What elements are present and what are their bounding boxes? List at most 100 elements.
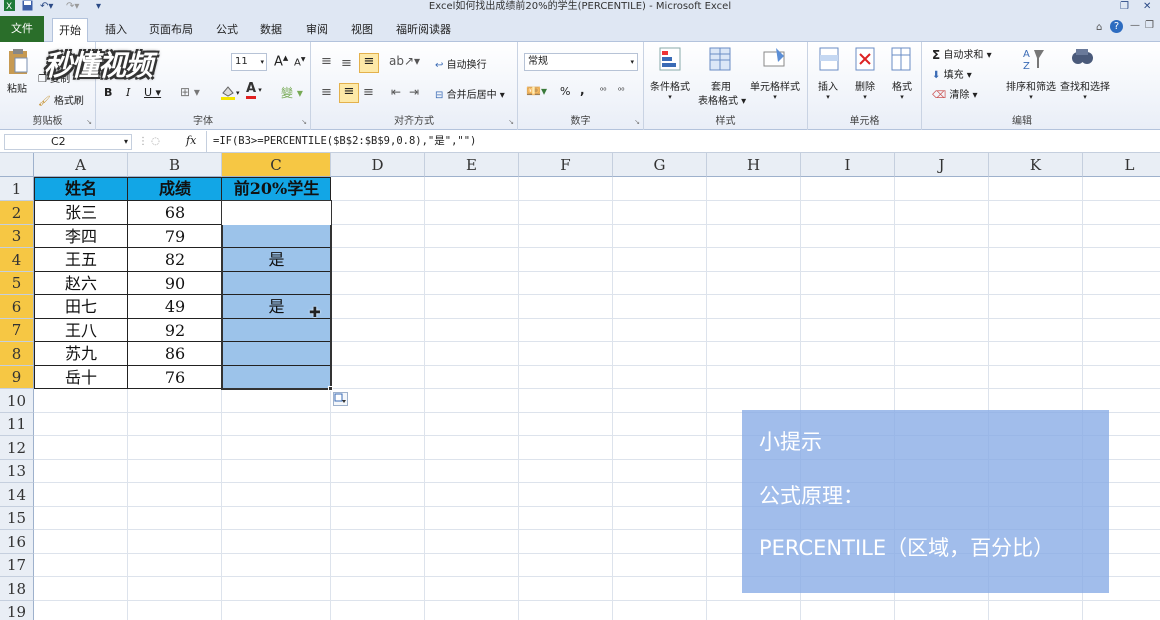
- collapse-ribbon-icon[interactable]: ⌂: [1096, 22, 1102, 33]
- col-header-c[interactable]: C: [222, 153, 331, 177]
- phonetic-icon[interactable]: 變 ▾: [281, 84, 303, 101]
- merge-center-button[interactable]: ⊟ 合并后居中 ▾: [435, 86, 505, 102]
- grow-font-icon[interactable]: A▲: [274, 54, 288, 69]
- formula-bar-handle[interactable]: ⋮ ◌: [138, 134, 188, 150]
- sort-filter-button[interactable]: 排序和筛选 ▾: [1006, 78, 1056, 101]
- cell-a2[interactable]: 张三: [34, 201, 128, 225]
- align-middle-icon[interactable]: ≡: [341, 56, 352, 71]
- tab-foxit-reader[interactable]: 福昕阅读器: [390, 18, 457, 42]
- align-top-icon[interactable]: ≡: [321, 54, 332, 69]
- shrink-font-icon[interactable]: A▼: [294, 56, 305, 68]
- header-cell-top20[interactable]: 前20%学生: [222, 177, 331, 201]
- row-header-8[interactable]: 8: [0, 342, 34, 366]
- bold-button[interactable]: B: [104, 86, 112, 99]
- cell-c7[interactable]: [222, 319, 331, 342]
- col-header-l[interactable]: L: [1083, 153, 1160, 177]
- cell-b4[interactable]: 82: [128, 248, 222, 272]
- align-left-icon[interactable]: ≡: [321, 85, 332, 100]
- restore-workbook-icon[interactable]: ❐: [1145, 20, 1154, 31]
- tab-data[interactable]: 数据: [254, 18, 288, 42]
- clipboard-launcher-icon[interactable]: ↘: [86, 118, 92, 126]
- row-header-6[interactable]: 6: [0, 295, 34, 319]
- format-as-table-button[interactable]: 表格格式 ▾: [698, 92, 746, 107]
- col-header-b[interactable]: B: [128, 153, 222, 177]
- cell-a3[interactable]: 李四: [34, 225, 128, 248]
- cell-b8[interactable]: 86: [128, 342, 222, 366]
- row-header-10[interactable]: 10: [0, 389, 34, 413]
- col-header-g[interactable]: G: [613, 153, 707, 177]
- cell-c2[interactable]: [222, 201, 331, 225]
- decrease-decimal-icon[interactable]: ⁰⁰: [618, 86, 624, 95]
- cell-c5[interactable]: [222, 272, 331, 295]
- percent-style-button[interactable]: %: [560, 85, 570, 98]
- fill-button[interactable]: ⬇ 填充 ▾: [932, 66, 972, 82]
- align-bottom-icon[interactable]: ≡: [359, 53, 379, 73]
- cell-styles-button[interactable]: 单元格样式 ▾: [750, 78, 800, 101]
- cell-a8[interactable]: 苏九: [34, 342, 128, 366]
- tab-file[interactable]: 文件: [0, 16, 44, 42]
- col-header-j[interactable]: J: [895, 153, 989, 177]
- cell-b3[interactable]: 79: [128, 225, 222, 248]
- row-header-14[interactable]: 14: [0, 483, 34, 507]
- row-header-11[interactable]: 11: [0, 413, 34, 436]
- comma-style-button[interactable]: ,: [580, 83, 585, 97]
- font-size-select[interactable]: 11 ▾: [231, 53, 267, 71]
- align-center-icon[interactable]: ≡: [339, 83, 359, 103]
- auto-fill-options-icon[interactable]: [333, 392, 348, 406]
- autosum-button[interactable]: Σ 自动求和 ▾: [932, 46, 992, 62]
- cell-a4[interactable]: 王五: [34, 248, 128, 272]
- sort-filter-icon[interactable]: AZ: [1022, 46, 1046, 75]
- tab-view[interactable]: 视图: [345, 18, 379, 42]
- row-header-12[interactable]: 12: [0, 436, 34, 460]
- find-select-button[interactable]: 查找和选择 ▾: [1060, 78, 1110, 101]
- paste-button[interactable]: [6, 48, 30, 76]
- row-header-13[interactable]: 13: [0, 460, 34, 483]
- col-header-e[interactable]: E: [425, 153, 519, 177]
- wrap-text-button[interactable]: ↩ 自动换行: [435, 56, 487, 72]
- conditional-formatting-button[interactable]: 条件格式 ▾: [650, 78, 690, 101]
- row-header-7[interactable]: 7: [0, 319, 34, 342]
- tab-review[interactable]: 审阅: [300, 18, 334, 42]
- format-as-table-icon[interactable]: [708, 46, 732, 75]
- decrease-indent-icon[interactable]: ⇤: [391, 85, 401, 99]
- row-header-16[interactable]: 16: [0, 530, 34, 554]
- col-header-k[interactable]: K: [989, 153, 1083, 177]
- format-cells-icon[interactable]: [890, 46, 912, 75]
- cell-a6[interactable]: 田七: [34, 295, 128, 319]
- accounting-format-icon[interactable]: 💴▾: [526, 84, 547, 98]
- insert-cells-icon[interactable]: [818, 46, 840, 75]
- cell-a5[interactable]: 赵六: [34, 272, 128, 295]
- col-header-d[interactable]: D: [331, 153, 425, 177]
- row-header-18[interactable]: 18: [0, 577, 34, 601]
- format-cells-button[interactable]: 格式 ▾: [892, 78, 912, 101]
- header-cell-name[interactable]: 姓名: [34, 177, 128, 201]
- col-header-f[interactable]: F: [519, 153, 613, 177]
- cell-styles-icon[interactable]: [762, 46, 786, 75]
- underline-button[interactable]: U ▾: [144, 86, 161, 99]
- fill-color-icon[interactable]: ▾: [220, 84, 240, 100]
- cell-a9[interactable]: 岳十: [34, 366, 128, 389]
- name-box[interactable]: C2 ▾: [4, 134, 132, 150]
- cell-c3[interactable]: [222, 225, 331, 248]
- increase-decimal-icon[interactable]: ⁰⁰: [600, 86, 606, 95]
- paste-label[interactable]: 粘贴: [7, 80, 27, 95]
- select-all-corner[interactable]: [0, 153, 34, 177]
- cell-b9[interactable]: 76: [128, 366, 222, 389]
- cell-b5[interactable]: 90: [128, 272, 222, 295]
- delete-cells-button[interactable]: 删除 ▾: [855, 78, 875, 101]
- cell-b7[interactable]: 92: [128, 319, 222, 342]
- row-header-4[interactable]: 4: [0, 248, 34, 272]
- orientation-icon[interactable]: ab↗▾: [389, 54, 420, 68]
- find-select-icon[interactable]: [1070, 46, 1094, 75]
- alignment-launcher-icon[interactable]: ↘: [508, 118, 514, 126]
- tab-formulas[interactable]: 公式: [210, 18, 244, 42]
- insert-function-icon[interactable]: fx: [186, 134, 196, 147]
- close-window-icon[interactable]: ✕: [1143, 0, 1151, 14]
- minimize-workbook-icon[interactable]: —: [1130, 20, 1140, 31]
- increase-indent-icon[interactable]: ⇥: [409, 85, 419, 99]
- format-as-table-label-1[interactable]: 套用: [711, 78, 731, 93]
- row-header-1[interactable]: 1: [0, 177, 34, 201]
- cell-b2[interactable]: 68: [128, 201, 222, 225]
- col-header-i[interactable]: I: [801, 153, 895, 177]
- format-painter-button[interactable]: 🖌 格式刷: [38, 92, 84, 108]
